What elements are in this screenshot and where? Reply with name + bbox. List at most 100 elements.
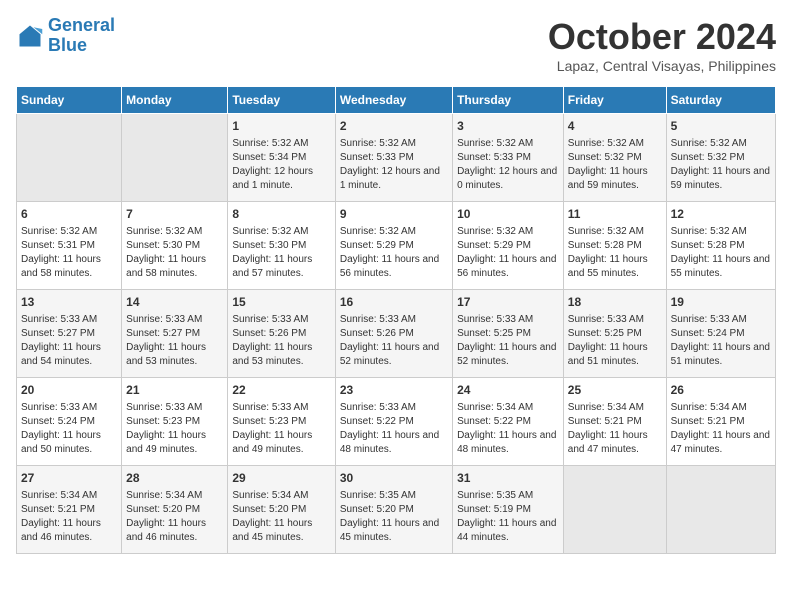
logo-icon: [16, 22, 44, 50]
calendar-body: 1Sunrise: 5:32 AMSunset: 5:34 PMDaylight…: [17, 114, 776, 554]
cell-content: Sunrise: 5:32 AMSunset: 5:33 PMDaylight:…: [340, 137, 448, 193]
calendar-header: SundayMondayTuesdayWednesdayThursdayFrid…: [17, 87, 776, 114]
cell-content: Sunrise: 5:34 AMSunset: 5:20 PMDaylight:…: [126, 489, 223, 545]
cell-content: Sunrise: 5:32 AMSunset: 5:30 PMDaylight:…: [232, 225, 330, 281]
calendar-week-row: 1Sunrise: 5:32 AMSunset: 5:34 PMDaylight…: [17, 114, 776, 202]
calendar-cell: 10 Sunrise: 5:32 AMSunset: 5:29 PMDayligh…: [453, 202, 564, 290]
day-number: 26: [671, 382, 771, 399]
calendar-cell: 26 Sunrise: 5:34 AMSunset: 5:21 PMDayligh…: [666, 378, 775, 466]
logo-text: General Blue: [48, 16, 115, 56]
cell-content: Sunrise: 5:32 AMSunset: 5:33 PMDaylight:…: [457, 137, 559, 193]
calendar-cell: [122, 114, 228, 202]
weekday-header: Wednesday: [335, 87, 452, 114]
calendar-cell: 24 Sunrise: 5:34 AMSunset: 5:22 PMDayligh…: [453, 378, 564, 466]
calendar-week-row: 20 Sunrise: 5:33 AMSunset: 5:24 PMDayligh…: [17, 378, 776, 466]
page-header: General Blue October 2024 Lapaz, Central…: [16, 16, 776, 74]
cell-content: Sunrise: 5:32 AMSunset: 5:32 PMDaylight:…: [568, 137, 662, 193]
calendar-cell: 3Sunrise: 5:32 AMSunset: 5:33 PMDaylight…: [453, 114, 564, 202]
day-number: 27: [21, 470, 117, 487]
weekday-header: Tuesday: [228, 87, 335, 114]
cell-content: Sunrise: 5:34 AMSunset: 5:21 PMDaylight:…: [21, 489, 117, 545]
cell-content: Sunrise: 5:33 AMSunset: 5:24 PMDaylight:…: [671, 313, 771, 369]
calendar-cell: [666, 466, 775, 554]
day-number: 30: [340, 470, 448, 487]
calendar-cell: 28 Sunrise: 5:34 AMSunset: 5:20 PMDayligh…: [122, 466, 228, 554]
day-number: 11: [568, 206, 662, 223]
day-number: 6: [21, 206, 117, 223]
cell-content: Sunrise: 5:33 AMSunset: 5:25 PMDaylight:…: [568, 313, 662, 369]
day-number: 13: [21, 294, 117, 311]
day-number: 28: [126, 470, 223, 487]
day-number: 22: [232, 382, 330, 399]
weekday-header: Sunday: [17, 87, 122, 114]
day-number: 31: [457, 470, 559, 487]
cell-content: Sunrise: 5:34 AMSunset: 5:20 PMDaylight:…: [232, 489, 330, 545]
calendar-week-row: 27 Sunrise: 5:34 AMSunset: 5:21 PMDayligh…: [17, 466, 776, 554]
day-number: 4: [568, 118, 662, 135]
month-title: October 2024: [548, 16, 776, 58]
calendar-cell: [17, 114, 122, 202]
day-number: 2: [340, 118, 448, 135]
calendar-cell: 19 Sunrise: 5:33 AMSunset: 5:24 PMDayligh…: [666, 290, 775, 378]
logo: General Blue: [16, 16, 115, 56]
day-number: 20: [21, 382, 117, 399]
calendar-cell: 12 Sunrise: 5:32 AMSunset: 5:28 PMDayligh…: [666, 202, 775, 290]
cell-content: Sunrise: 5:32 AMSunset: 5:30 PMDaylight:…: [126, 225, 223, 281]
day-number: 29: [232, 470, 330, 487]
cell-content: Sunrise: 5:32 AMSunset: 5:32 PMDaylight:…: [671, 137, 771, 193]
weekday-header: Thursday: [453, 87, 564, 114]
cell-content: Sunrise: 5:32 AMSunset: 5:28 PMDaylight:…: [568, 225, 662, 281]
header-row: SundayMondayTuesdayWednesdayThursdayFrid…: [17, 87, 776, 114]
day-number: 12: [671, 206, 771, 223]
cell-content: Sunrise: 5:33 AMSunset: 5:23 PMDaylight:…: [232, 401, 330, 457]
day-number: 15: [232, 294, 330, 311]
calendar-cell: 6Sunrise: 5:32 AMSunset: 5:31 PMDaylight…: [17, 202, 122, 290]
calendar-cell: 29 Sunrise: 5:34 AMSunset: 5:20 PMDayligh…: [228, 466, 335, 554]
cell-content: Sunrise: 5:35 AMSunset: 5:19 PMDaylight:…: [457, 489, 559, 545]
cell-content: Sunrise: 5:33 AMSunset: 5:27 PMDaylight:…: [21, 313, 117, 369]
cell-content: Sunrise: 5:34 AMSunset: 5:22 PMDaylight:…: [457, 401, 559, 457]
day-number: 24: [457, 382, 559, 399]
cell-content: Sunrise: 5:33 AMSunset: 5:23 PMDaylight:…: [126, 401, 223, 457]
day-number: 25: [568, 382, 662, 399]
calendar-cell: 15Sunrise: 5:33 AMSunset: 5:26 PMDayligh…: [228, 290, 335, 378]
calendar-cell: 25 Sunrise: 5:34 AMSunset: 5:21 PMDayligh…: [563, 378, 666, 466]
cell-content: Sunrise: 5:32 AMSunset: 5:29 PMDaylight:…: [457, 225, 559, 281]
day-number: 10: [457, 206, 559, 223]
weekday-header: Saturday: [666, 87, 775, 114]
calendar-table: SundayMondayTuesdayWednesdayThursdayFrid…: [16, 86, 776, 554]
day-number: 19: [671, 294, 771, 311]
day-number: 16: [340, 294, 448, 311]
title-block: October 2024 Lapaz, Central Visayas, Phi…: [548, 16, 776, 74]
calendar-week-row: 6Sunrise: 5:32 AMSunset: 5:31 PMDaylight…: [17, 202, 776, 290]
day-number: 1: [232, 118, 330, 135]
cell-content: Sunrise: 5:33 AMSunset: 5:24 PMDaylight:…: [21, 401, 117, 457]
day-number: 18: [568, 294, 662, 311]
weekday-header: Friday: [563, 87, 666, 114]
day-number: 5: [671, 118, 771, 135]
calendar-cell: 21 Sunrise: 5:33 AMSunset: 5:23 PMDayligh…: [122, 378, 228, 466]
calendar-cell: 16 Sunrise: 5:33 AMSunset: 5:26 PMDayligh…: [335, 290, 452, 378]
calendar-cell: 18 Sunrise: 5:33 AMSunset: 5:25 PMDayligh…: [563, 290, 666, 378]
cell-content: Sunrise: 5:33 AMSunset: 5:27 PMDaylight:…: [126, 313, 223, 369]
calendar-cell: [563, 466, 666, 554]
cell-content: Sunrise: 5:33 AMSunset: 5:26 PMDaylight:…: [340, 313, 448, 369]
weekday-header: Monday: [122, 87, 228, 114]
calendar-cell: 11 Sunrise: 5:32 AMSunset: 5:28 PMDayligh…: [563, 202, 666, 290]
cell-content: Sunrise: 5:34 AMSunset: 5:21 PMDaylight:…: [671, 401, 771, 457]
day-number: 17: [457, 294, 559, 311]
calendar-cell: 1Sunrise: 5:32 AMSunset: 5:34 PMDaylight…: [228, 114, 335, 202]
calendar-cell: 14 Sunrise: 5:33 AMSunset: 5:27 PMDayligh…: [122, 290, 228, 378]
calendar-cell: 2 Sunrise: 5:32 AMSunset: 5:33 PMDaylight…: [335, 114, 452, 202]
calendar-cell: 4 Sunrise: 5:32 AMSunset: 5:32 PMDaylight…: [563, 114, 666, 202]
calendar-cell: 8Sunrise: 5:32 AMSunset: 5:30 PMDaylight…: [228, 202, 335, 290]
cell-content: Sunrise: 5:33 AMSunset: 5:25 PMDaylight:…: [457, 313, 559, 369]
day-number: 23: [340, 382, 448, 399]
day-number: 21: [126, 382, 223, 399]
day-number: 14: [126, 294, 223, 311]
calendar-cell: 5 Sunrise: 5:32 AMSunset: 5:32 PMDaylight…: [666, 114, 775, 202]
cell-content: Sunrise: 5:34 AMSunset: 5:21 PMDaylight:…: [568, 401, 662, 457]
cell-content: Sunrise: 5:32 AMSunset: 5:28 PMDaylight:…: [671, 225, 771, 281]
location: Lapaz, Central Visayas, Philippines: [548, 58, 776, 74]
calendar-cell: 31 Sunrise: 5:35 AMSunset: 5:19 PMDayligh…: [453, 466, 564, 554]
